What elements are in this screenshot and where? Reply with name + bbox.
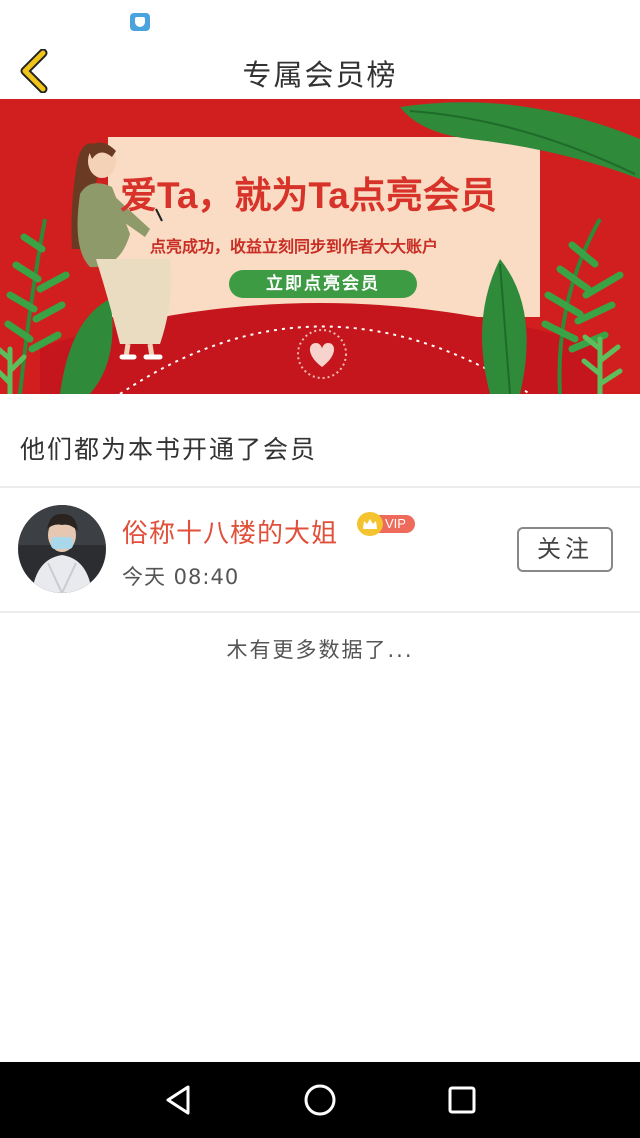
- banner-headline: 爱Ta，就为Ta点亮会员: [120, 175, 497, 216]
- follow-button[interactable]: 关注: [517, 527, 613, 572]
- back-button[interactable]: [12, 48, 56, 94]
- promo-banner[interactable]: 爱Ta，就为Ta点亮会员 点亮成功，收益立刻同步到作者大大账户 立即点亮会员: [0, 99, 640, 394]
- banner-subtitle: 点亮成功，收益立刻同步到作者大大账户: [150, 237, 439, 256]
- light-up-member-button[interactable]: 立即点亮会员: [229, 270, 417, 298]
- section-heading: 他们都为本书开通了会员: [20, 435, 318, 464]
- avatar[interactable]: [18, 505, 106, 593]
- member-list-item[interactable]: 俗称十八楼的大姐 VIP 今天 08:40 关注: [0, 489, 640, 611]
- triangle-back-icon: [166, 1085, 190, 1115]
- crown-icon: [357, 512, 383, 536]
- divider: [0, 486, 640, 488]
- vip-badge: VIP: [357, 512, 415, 536]
- nav-back-button[interactable]: [156, 1078, 200, 1122]
- nav-home-button[interactable]: [298, 1078, 342, 1122]
- avatar-image: [18, 505, 106, 593]
- member-name[interactable]: 俗称十八楼的大姐: [122, 513, 338, 550]
- divider: [0, 611, 640, 613]
- member-timestamp: 今天 08:40: [122, 565, 240, 589]
- no-more-data-text: 木有更多数据了...: [226, 638, 414, 662]
- chevron-left-icon: [20, 49, 48, 93]
- circle-home-icon: [304, 1084, 336, 1116]
- nav-recents-button[interactable]: [440, 1078, 484, 1122]
- square-recents-icon: [448, 1086, 476, 1114]
- system-nav-bar: [0, 1062, 640, 1138]
- status-bar: [0, 0, 640, 44]
- shield-app-icon: [130, 13, 150, 31]
- page-title: 专属会员榜: [242, 58, 398, 92]
- top-bar: 专属会员榜: [0, 44, 640, 99]
